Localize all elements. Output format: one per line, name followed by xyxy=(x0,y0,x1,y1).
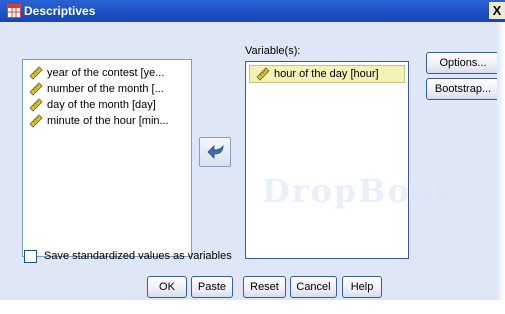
save-standardized-checkbox[interactable] xyxy=(24,250,37,263)
help-button[interactable]: Help xyxy=(342,276,382,298)
close-button[interactable]: X xyxy=(489,2,505,19)
scale-ruler-icon xyxy=(256,67,270,81)
window-title: Descriptives xyxy=(24,4,96,18)
scale-ruler-icon xyxy=(29,82,43,96)
variables-label: Variable(s): xyxy=(245,45,301,57)
scale-ruler-icon xyxy=(29,98,43,112)
options-button[interactable]: Options... xyxy=(426,52,500,74)
arrow-left-icon xyxy=(207,144,224,159)
list-item[interactable]: minute of the hour [min... xyxy=(23,113,191,129)
save-standardized-label: Save standardized values as variables xyxy=(44,250,232,262)
cancel-button[interactable]: Cancel xyxy=(290,276,337,298)
list-item-label: year of the contest [ye... xyxy=(47,67,165,79)
list-item[interactable]: hour of the day [hour] xyxy=(249,65,405,83)
table-icon xyxy=(7,4,21,18)
list-item[interactable]: year of the contest [ye... xyxy=(23,65,191,81)
list-item-label: day of the month [day] xyxy=(47,99,156,111)
ok-button[interactable]: OK xyxy=(147,276,187,298)
title-bar: Descriptives X xyxy=(0,0,505,22)
source-variable-list[interactable]: year of the contest [ye... number of the… xyxy=(22,59,192,257)
list-item[interactable]: number of the month [... xyxy=(23,81,191,97)
list-item[interactable]: day of the month [day] xyxy=(23,97,191,113)
bottom-strip xyxy=(0,300,505,314)
list-item-label: hour of the day [hour] xyxy=(274,68,379,80)
scale-ruler-icon xyxy=(29,66,43,80)
move-variable-button[interactable] xyxy=(199,137,231,167)
list-item-label: minute of the hour [min... xyxy=(47,115,169,127)
bootstrap-button[interactable]: Bootstrap... xyxy=(426,78,500,100)
target-variable-list[interactable]: hour of the day [hour] xyxy=(245,61,409,259)
dialog-body: year of the contest [ye... number of the… xyxy=(0,22,505,300)
scale-ruler-icon xyxy=(29,114,43,128)
list-item-label: number of the month [... xyxy=(47,83,164,95)
paste-button[interactable]: Paste xyxy=(191,276,233,298)
reset-button[interactable]: Reset xyxy=(243,276,286,298)
